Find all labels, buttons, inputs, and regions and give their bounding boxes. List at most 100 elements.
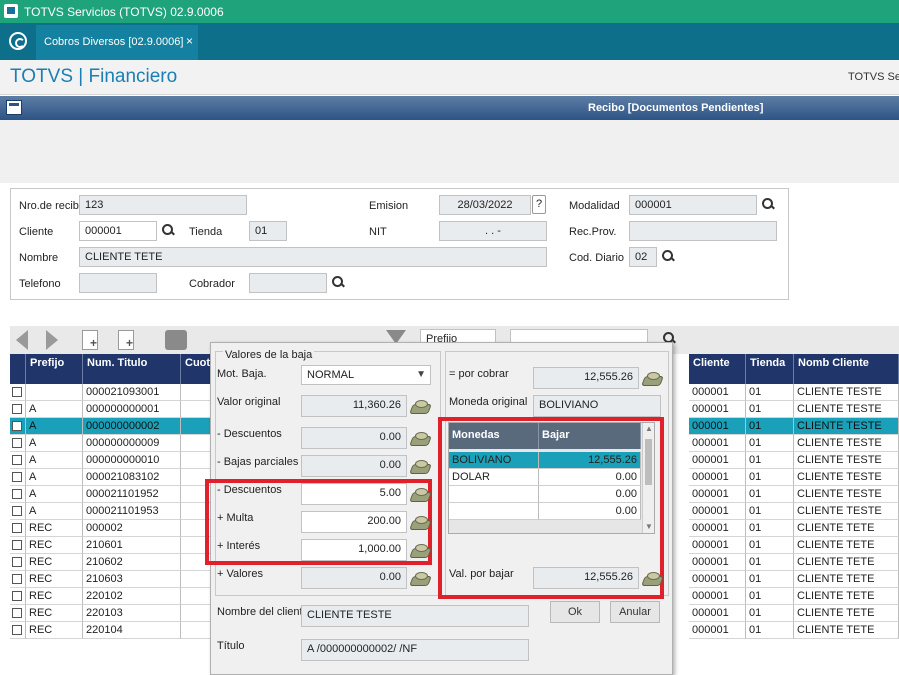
telefono-field[interactable] <box>79 273 157 293</box>
moneda-row[interactable]: 0.00 <box>449 503 641 520</box>
cobrador-search-icon[interactable] <box>331 275 345 289</box>
cell-cliente: 000001 <box>689 418 746 435</box>
row-checkbox[interactable] <box>12 591 22 601</box>
tab-close-icon[interactable]: × <box>186 34 193 48</box>
tab-cobros-diversos[interactable]: Cobros Diversos [02.9.0006] × <box>36 25 198 60</box>
cell-nombre: CLIENTE TETE <box>794 588 899 605</box>
row-checkbox[interactable] <box>12 557 22 567</box>
row-checkbox[interactable] <box>12 455 22 465</box>
valores-field[interactable]: 0.00 <box>301 567 407 589</box>
cell-nombre: CLIENTE TESTE <box>794 486 899 503</box>
previous-arrow-icon[interactable] <box>16 330 28 350</box>
cell-num: 210603 <box>83 571 181 588</box>
monedas-header[interactable]: Monedas <box>449 423 539 449</box>
cobrador-field[interactable] <box>249 273 327 293</box>
cell-bajar: 0.00 <box>539 503 641 520</box>
row-checkbox[interactable] <box>12 404 22 414</box>
cell-prefijo: A <box>26 418 83 435</box>
row-checkbox[interactable] <box>12 506 22 516</box>
moneda-row[interactable]: 0.00 <box>449 486 641 503</box>
add-document-icon[interactable] <box>82 330 98 350</box>
cliente-field[interactable]: 000001 <box>79 221 157 241</box>
emision-help-button[interactable]: ? <box>532 195 546 214</box>
next-arrow-icon[interactable] <box>46 330 58 350</box>
interes-field[interactable]: 1,000.00 <box>301 539 407 561</box>
row-checkbox[interactable] <box>12 387 22 397</box>
nombre-field[interactable]: CLIENTE TETE <box>79 247 547 267</box>
nit-field[interactable]: . . - <box>439 221 547 241</box>
moneda-original-field[interactable]: BOLIVIANO <box>533 395 661 417</box>
bajas-parciales-field[interactable]: 0.00 <box>301 455 407 477</box>
scrollbar-thumb[interactable] <box>645 439 652 485</box>
money-icon[interactable] <box>643 372 661 385</box>
grid-header-prefijo[interactable]: Prefijo <box>26 354 83 384</box>
cell-cuota <box>181 401 211 418</box>
coddiario-search-icon[interactable] <box>661 249 675 263</box>
money-icon[interactable] <box>643 572 661 585</box>
add-copy-icon[interactable] <box>118 330 134 350</box>
row-checkbox[interactable] <box>12 421 22 431</box>
cell-cliente: 000001 <box>689 622 746 639</box>
grid-header-num-titulo[interactable]: Num. Titulo <box>83 354 181 384</box>
tienda-field[interactable]: 01 <box>249 221 287 241</box>
cell-tienda: 01 <box>746 384 794 401</box>
cash-register-icon[interactable] <box>165 330 187 350</box>
money-icon[interactable] <box>411 488 429 501</box>
valor-original-field[interactable]: 11,360.26 <box>301 395 407 417</box>
row-checkbox-cell <box>10 401 26 418</box>
row-checkbox[interactable] <box>12 574 22 584</box>
cliente-search-icon[interactable] <box>161 223 175 237</box>
modalidad-search-icon[interactable] <box>761 197 775 211</box>
grid-header-nomb-cliente[interactable]: Nomb Cliente <box>794 354 899 384</box>
titulo-label: Título <box>217 640 245 652</box>
moneda-row[interactable]: DOLAR 0.00 <box>449 469 641 486</box>
scroll-down-icon[interactable]: ▼ <box>645 522 653 531</box>
row-checkbox[interactable] <box>12 625 22 635</box>
row-checkbox[interactable] <box>12 540 22 550</box>
cell-cliente: 000001 <box>689 554 746 571</box>
scroll-up-icon[interactable]: ▲ <box>645 424 653 433</box>
anular-button[interactable]: Anular <box>610 601 660 623</box>
descuentos1-field[interactable]: 0.00 <box>301 427 407 449</box>
nombre-cliente-field[interactable]: CLIENTE TESTE <box>301 605 529 627</box>
money-icon[interactable] <box>411 432 429 445</box>
row-checkbox[interactable] <box>12 608 22 618</box>
coddiario-field[interactable]: 02 <box>629 247 657 267</box>
row-checkbox[interactable] <box>12 472 22 482</box>
grid-header-cuota[interactable]: Cuot <box>181 354 211 384</box>
cell-cuota <box>181 605 211 622</box>
cell-num: 000000000010 <box>83 452 181 469</box>
multa-field[interactable]: 200.00 <box>301 511 407 533</box>
money-icon[interactable] <box>411 572 429 585</box>
home-menu-icon[interactable] <box>9 32 27 50</box>
money-icon[interactable] <box>411 544 429 557</box>
grid-header-cliente[interactable]: Cliente <box>689 354 746 384</box>
recprov-field[interactable] <box>629 221 777 241</box>
modalidad-field[interactable]: 000001 <box>629 195 757 215</box>
grid-header-tienda[interactable]: Tienda <box>746 354 794 384</box>
monedas-scrollbar[interactable]: ▲ ▼ <box>642 423 654 533</box>
cell-tienda: 01 <box>746 401 794 418</box>
row-checkbox[interactable] <box>12 438 22 448</box>
moneda-row[interactable]: BOLIVIANO 12,555.26 <box>449 452 641 469</box>
row-checkbox[interactable] <box>12 523 22 533</box>
money-icon[interactable] <box>411 516 429 529</box>
money-icon[interactable] <box>411 460 429 473</box>
ok-button[interactable]: Ok <box>550 601 600 623</box>
cell-prefijo: REC <box>26 537 83 554</box>
cliente-label: Cliente <box>19 226 54 238</box>
por-cobrar-field[interactable]: 12,555.26 <box>533 367 639 389</box>
titulo-field[interactable]: A /000000000002/ /NF <box>301 639 529 661</box>
val-por-bajar-field[interactable]: 12,555.26 <box>533 567 639 589</box>
row-checkbox-cell <box>10 418 26 435</box>
descuentos2-field[interactable]: 5.00 <box>301 483 407 505</box>
cell-nombre: CLIENTE TESTE <box>794 503 899 520</box>
nro-recibo-field[interactable]: 123 <box>79 195 247 215</box>
mot-baja-value: NORMAL <box>307 369 355 381</box>
cell-bajar: 0.00 <box>539 469 641 486</box>
money-icon[interactable] <box>411 400 429 413</box>
bajar-header[interactable]: Bajar <box>539 423 641 449</box>
mot-baja-select[interactable]: NORMAL ▼ <box>301 365 431 385</box>
emision-field[interactable]: 28/03/2022 <box>439 195 531 215</box>
row-checkbox[interactable] <box>12 489 22 499</box>
